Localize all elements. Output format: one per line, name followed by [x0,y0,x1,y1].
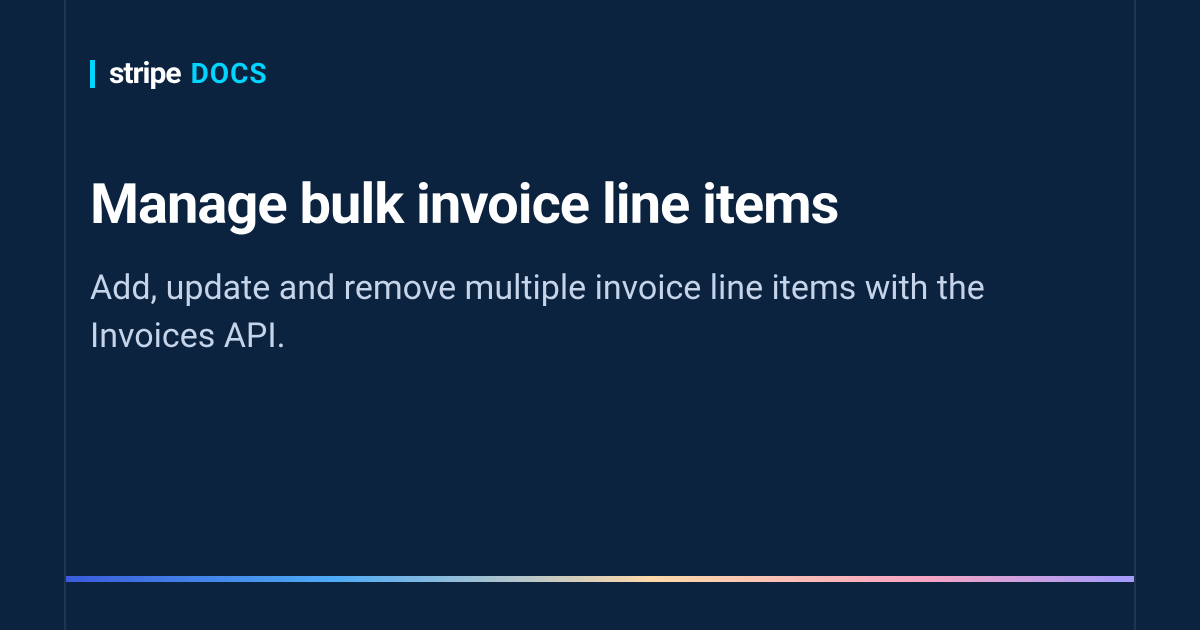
accent-bar-icon [90,60,95,88]
section-label: DOCS [191,57,268,90]
page-title: Manage bulk invoice line items [90,171,1110,237]
frame-border-right [1134,0,1136,630]
brand-logo: stripe [109,56,181,91]
gradient-divider [66,576,1134,582]
header: stripe DOCS [90,0,1110,91]
frame-border-left [64,0,66,630]
page-subtitle: Add, update and remove multiple invoice … [90,265,1110,360]
content-container: stripe DOCS Manage bulk invoice line ite… [90,0,1110,630]
